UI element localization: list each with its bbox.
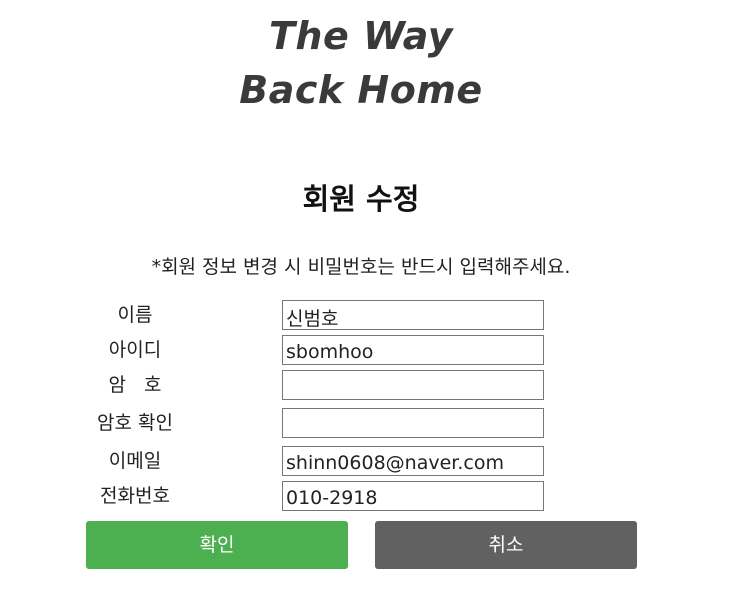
phone-input[interactable] — [282, 481, 544, 511]
email-label: 이메일 — [108, 450, 162, 472]
phone-label: 전화번호 — [100, 485, 170, 507]
email-input[interactable] — [282, 446, 544, 476]
confirm-button[interactable]: 확인 — [86, 521, 348, 569]
logo-line-1: The Way — [268, 14, 454, 58]
password-notice: *회원 정보 변경 시 비밀번호는 반드시 입력해주세요. — [151, 256, 571, 278]
logo-line-2: Back Home — [239, 68, 483, 112]
password-input[interactable] — [282, 370, 544, 400]
name-label: 이름 — [117, 304, 153, 326]
cancel-button[interactable]: 취소 — [375, 521, 637, 569]
password-confirm-input[interactable] — [282, 408, 544, 438]
user-id-label: 아이디 — [108, 339, 162, 361]
name-input[interactable] — [282, 300, 544, 330]
page-title: 회원 수정 — [302, 182, 420, 216]
password-confirm-label: 암호 확인 — [97, 412, 173, 434]
user-id-input[interactable] — [282, 335, 544, 365]
password-label: 암 호 — [108, 374, 162, 396]
